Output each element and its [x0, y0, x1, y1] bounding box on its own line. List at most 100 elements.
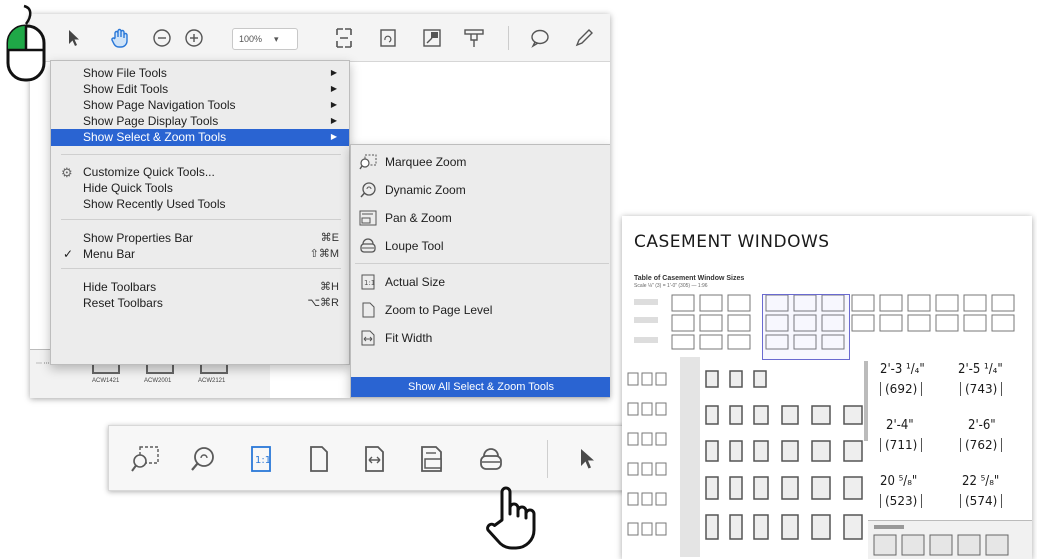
svg-text:1:1: 1:1 [255, 455, 271, 466]
menu-item-shortcut: ⌥⌘R [307, 297, 339, 309]
zoom-level-select[interactable]: 100% ▾ [232, 28, 298, 50]
window-thumbnail-label: ACW1421 [92, 378, 120, 384]
submenu-item-label: Marquee Zoom [385, 155, 467, 169]
fit-page-icon[interactable] [330, 24, 358, 52]
window-thumbnail-label: ACW2001 [144, 378, 172, 384]
select-arrow-icon[interactable] [60, 24, 88, 52]
dimension-label: 2'-3 ¹/₄" [880, 362, 925, 377]
marquee-zoom-icon [359, 154, 377, 170]
strip-scale-marks: ⋯ ⋯ [36, 361, 50, 367]
select-zoom-toolbar: 1:1 [108, 425, 698, 491]
submenu-item-label: Zoom to Page Level [385, 303, 493, 317]
dynamic-zoom-icon [359, 182, 377, 198]
submenu-item-label: Dynamic Zoom [385, 183, 466, 197]
dimension-metric: (692) [880, 382, 923, 396]
full-screen-icon[interactable] [418, 24, 446, 52]
menu-item-customize-quick-tools[interactable]: ⚙ Customize Quick Tools... [51, 164, 349, 180]
submenu-arrow-icon: ▶ [330, 132, 337, 141]
loupe-tool-icon [359, 238, 377, 254]
menu-item-label: Menu Bar [83, 247, 136, 261]
dynamic-zoom-icon[interactable] [187, 443, 219, 475]
marquee-zoom-icon[interactable] [129, 443, 161, 475]
application-screenshot: 100% ▾ ⋯ ⋯ ACW1421 ACW2001 ACW2121 Show … [30, 14, 610, 398]
pan-zoom-icon [359, 210, 377, 226]
stamp-tool-icon[interactable] [460, 24, 488, 52]
menu-item-show-recently-used-tools[interactable]: Show Recently Used Tools [51, 196, 349, 212]
menu-item-hide-toolbars[interactable]: Hide Toolbars ⌘H [51, 279, 349, 295]
submenu-item-label: Pan & Zoom [385, 211, 452, 225]
marquee-selection-rect [762, 294, 850, 360]
submenu-item-label: Fit Width [385, 331, 433, 345]
zoom-out-icon[interactable] [148, 24, 176, 52]
dimension-metric: (743) [960, 382, 1003, 396]
menu-item-show-properties-bar[interactable]: Show Properties Bar ⌘E [51, 230, 349, 246]
actual-size-icon[interactable]: 1:1 [245, 443, 277, 475]
submenu-item-fit-width[interactable]: Fit Width [351, 327, 610, 349]
submenu-item-label: Loupe Tool [385, 239, 444, 253]
pan-zoom-icon[interactable] [417, 443, 449, 475]
menu-item-label: Hide Quick Tools [83, 181, 173, 195]
menu-item-label: Show Page Display Tools [83, 114, 219, 128]
submenu-arrow-icon: ▶ [330, 116, 337, 125]
zoom-to-page-icon[interactable] [303, 443, 335, 475]
document-table-caption: Table of Casement Window Sizes [634, 275, 745, 282]
pen-tool-icon[interactable] [570, 24, 598, 52]
mouse-click-icon [6, 4, 46, 82]
menu-item-show-page-display-tools[interactable]: Show Page Display Tools ▶ [51, 113, 349, 129]
rotate-page-icon[interactable] [374, 24, 402, 52]
menu-item-show-file-tools[interactable]: Show File Tools ▶ [51, 65, 349, 81]
menu-item-menu-bar[interactable]: ✓ Menu Bar ⇧⌘M [51, 246, 349, 262]
window-thumbnail-label: ACW2121 [198, 378, 226, 384]
dimension-metric: (574) [960, 494, 1003, 508]
submenu-item-pan-zoom[interactable]: Pan & Zoom [351, 207, 610, 229]
dimension-metric: (711) [880, 438, 923, 452]
submenu-separator [355, 263, 609, 264]
svg-text:1:1: 1:1 [364, 279, 375, 287]
dimension-label: 22 ⁵/₈" [962, 474, 1000, 489]
zoom-level-value: 100% [239, 34, 263, 44]
dimension-label: 20 ⁵/₈" [880, 474, 918, 489]
submenu-item-loupe-tool[interactable]: Loupe Tool [351, 235, 610, 257]
toolbar-divider [508, 26, 509, 50]
menu-item-reset-toolbars[interactable]: Reset Toolbars ⌥⌘R [51, 295, 349, 311]
submenu-item-marquee-zoom[interactable]: Marquee Zoom [351, 151, 610, 173]
menu-item-label: Show Page Navigation Tools [83, 98, 236, 112]
menu-item-label: Show Edit Tools [83, 82, 169, 96]
dimension-panel: 2'-3 ¹/₄" 2'-5 ¹/₄" (692) (743) 2'-4" 2'… [870, 354, 1030, 524]
menu-separator [61, 268, 341, 269]
casement-windows-document: CASEMENT WINDOWS Table of Casement Windo… [622, 216, 1032, 559]
gear-icon: ⚙ [61, 165, 73, 180]
zoom-to-page-icon [359, 302, 377, 318]
menu-item-show-edit-tools[interactable]: Show Edit Tools ▶ [51, 81, 349, 97]
submenu-arrow-icon: ▶ [330, 68, 337, 77]
menu-separator [61, 154, 341, 155]
select-arrow-icon[interactable] [571, 443, 603, 475]
dimension-label: 2'-5 ¹/₄" [958, 362, 1003, 377]
loupe-tool-icon[interactable] [475, 443, 507, 475]
hand-tool-icon[interactable] [106, 24, 134, 52]
fit-width-icon[interactable] [359, 443, 391, 475]
dimension-label: 2'-4" [886, 418, 914, 433]
submenu-item-zoom-to-page-level[interactable]: Zoom to Page Level [351, 299, 610, 321]
comment-icon[interactable] [526, 24, 554, 52]
menu-item-hide-quick-tools[interactable]: Hide Quick Tools [51, 180, 349, 196]
menu-item-label: Reset Toolbars [83, 296, 163, 310]
menu-item-shortcut: ⇧⌘M [309, 248, 339, 260]
menu-item-shortcut: ⌘H [320, 281, 339, 293]
checkmark-icon: ✓ [63, 247, 74, 261]
dimension-metric: (762) [960, 438, 1003, 452]
submenu-item-actual-size[interactable]: 1:1 Actual Size [351, 271, 610, 293]
submenu-item-dynamic-zoom[interactable]: Dynamic Zoom [351, 179, 610, 201]
document-title: CASEMENT WINDOWS [634, 232, 830, 252]
actual-size-icon: 1:1 [359, 274, 377, 290]
menu-item-show-select-zoom-tools[interactable]: Show Select & Zoom Tools ▶ [51, 129, 349, 146]
menu-item-label: Show Properties Bar [83, 231, 194, 245]
toolbar-divider [547, 440, 548, 478]
dimension-label: 2'-6" [968, 418, 996, 433]
dimension-metric: (523) [880, 494, 923, 508]
submenu-item-show-all-select-zoom-tools[interactable]: Show All Select & Zoom Tools [351, 377, 610, 397]
menu-item-show-page-navigation-tools[interactable]: Show Page Navigation Tools ▶ [51, 97, 349, 113]
zoom-in-icon[interactable] [180, 24, 208, 52]
menu-item-label: Show Select & Zoom Tools [83, 130, 227, 144]
top-toolbar: 100% ▾ [30, 14, 610, 62]
